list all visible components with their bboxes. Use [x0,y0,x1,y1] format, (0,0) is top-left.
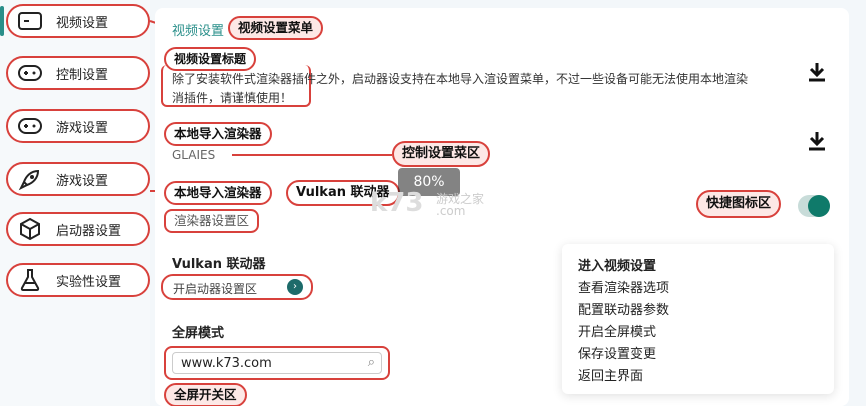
url-input[interactable]: www.k73.com ⌕ [172,352,382,374]
sidebar-item-control-settings[interactable]: 控制设置 [6,56,150,90]
watermark-logo: k73 [370,188,424,218]
sidebar-active-indicator [0,6,4,36]
sidebar-item-game-settings[interactable]: 游戏设置 [6,109,150,143]
sidebar-item-experimental-settings[interactable]: 实验性设置 [6,263,150,297]
gamepad-icon [16,114,44,138]
menu-item-enable-fullscreen[interactable]: 开启全屏模式 [578,322,818,344]
sidebar-item-label: 游戏设置 [56,173,109,189]
launcher-settings-row[interactable]: 开启动器设置区 › [161,274,313,300]
vulkan-linker-heading: Vulkan 联动器 [172,257,266,272]
menu-item-configure-linker[interactable]: 配置联动器参数 [578,300,818,322]
renderer-value: GLAIES [172,148,216,162]
fullscreen-toggle-area-tag: 全屏开关区 [164,383,247,406]
sidebar-item-game-settings-2[interactable]: 游戏设置 [6,162,150,196]
url-input-frame: www.k73.com ⌕ [164,346,390,380]
sidebar-item-label: 游戏设置 [56,120,109,136]
fullscreen-mode-heading: 全屏模式 [172,326,225,341]
screen-icon [16,9,44,33]
download-icon[interactable] [808,62,826,82]
context-menu: 进入视频设置 查看渲染器选项 配置联动器参数 开启全屏模式 保存设置变更 返回主… [562,244,834,394]
arrow-right-icon[interactable]: › [287,279,303,295]
renderer-settings-tag: 渲染器设置区 [164,209,260,233]
sidebar-item-launcher-settings[interactable]: 启动器设置 [6,212,150,246]
sidebar-item-label: 启动器设置 [56,223,122,239]
flask-icon [16,268,44,292]
local-import-renderer-tag: 本地导入渲染器 [164,122,272,146]
sidebar-item-label: 控制设置 [56,67,109,83]
url-input-value: www.k73.com [181,356,272,371]
box-icon [16,217,44,241]
gamepad-icon [16,61,44,85]
sidebar-item-video-settings[interactable]: 视频设置 [6,4,150,38]
video-settings-menu-tag: 视频设置菜单 [228,16,324,40]
description-text-line2: 消插件，请谨慎使用！ [172,91,293,105]
sidebar-item-label: 实验性设置 [56,274,122,290]
menu-item-enter-video-settings[interactable]: 进入视频设置 [578,256,818,278]
toggle-knob [808,195,830,217]
rocket-icon [16,167,44,191]
download-icon[interactable] [808,131,826,151]
shortcut-icon-area-tag: 快捷图标区 [696,190,782,218]
watermark-domain: .com [436,204,466,218]
sidebar: 视频设置 控制设置 游戏设置 游戏设置 启动器设置 实验性设置 [0,0,150,406]
annotation-connector [232,154,392,156]
menu-item-save-settings[interactable]: 保存设置变更 [578,344,818,366]
control-settings-area-tag: 控制设置菜区 [392,141,491,167]
search-icon[interactable]: ⌕ [368,355,375,370]
launcher-settings-text: 开启动器设置区 [173,282,258,296]
menu-item-view-renderer-options[interactable]: 查看渲染器选项 [578,278,818,300]
description-text-line1: 除了安装软件式渲染器插件之外，启动器设支持在本地导入渲设置菜单，不过一些设备可能… [172,72,749,86]
video-settings-link[interactable]: 视频设置 [172,20,224,39]
shortcut-toggle[interactable] [798,195,830,217]
menu-item-return-home[interactable]: 返回主界面 [578,366,818,388]
sidebar-item-label: 视频设置 [56,15,109,31]
local-import-renderer-tag-2: 本地导入渲染器 [164,181,272,205]
